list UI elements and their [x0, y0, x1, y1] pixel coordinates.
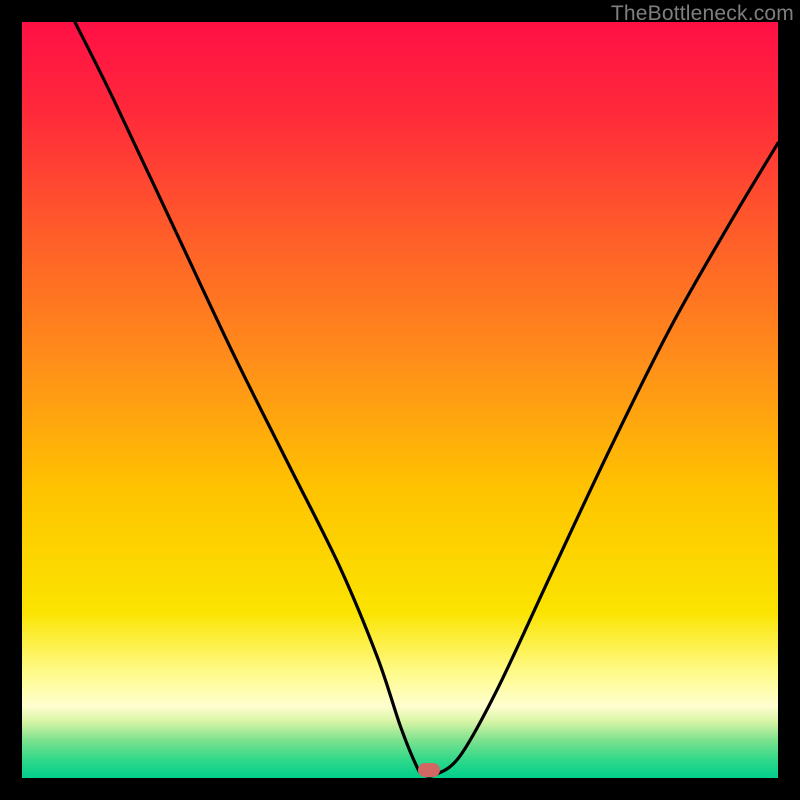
chart-frame: TheBottleneck.com	[0, 0, 800, 800]
plot-area	[22, 22, 778, 778]
optimal-marker	[418, 763, 440, 777]
bottleneck-curve	[22, 22, 778, 778]
